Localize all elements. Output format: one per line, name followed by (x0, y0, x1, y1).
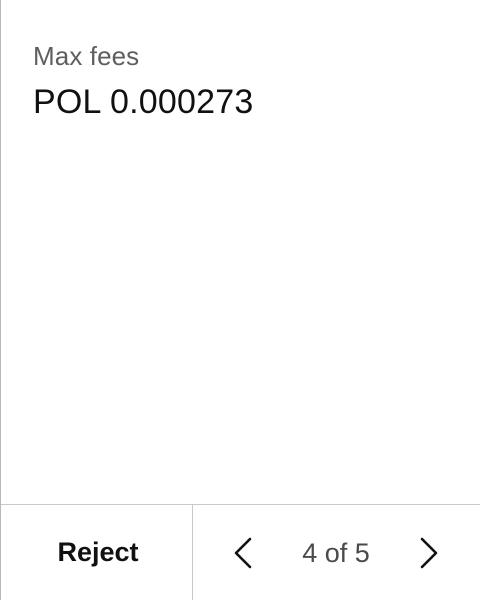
max-fees-label: Max fees (33, 41, 140, 71)
reject-button[interactable]: Reject (1, 505, 193, 600)
action-footer: Reject 4 of 5 (1, 504, 480, 600)
reject-button-label: Reject (57, 537, 139, 567)
previous-request-button[interactable] (225, 533, 261, 573)
chevron-left-icon (234, 537, 252, 569)
chevron-right-icon (420, 537, 438, 569)
max-fees-value: POL 0.000273 (33, 83, 254, 121)
page-indicator: 4 of 5 (302, 538, 370, 568)
next-request-button[interactable] (411, 533, 447, 573)
max-fees-section: Max fees POL 0.000273 (33, 40, 460, 122)
request-pager: 4 of 5 (193, 505, 480, 600)
transaction-confirmation-screen: Max fees POL 0.000273 Reject 4 of 5 (0, 0, 480, 600)
